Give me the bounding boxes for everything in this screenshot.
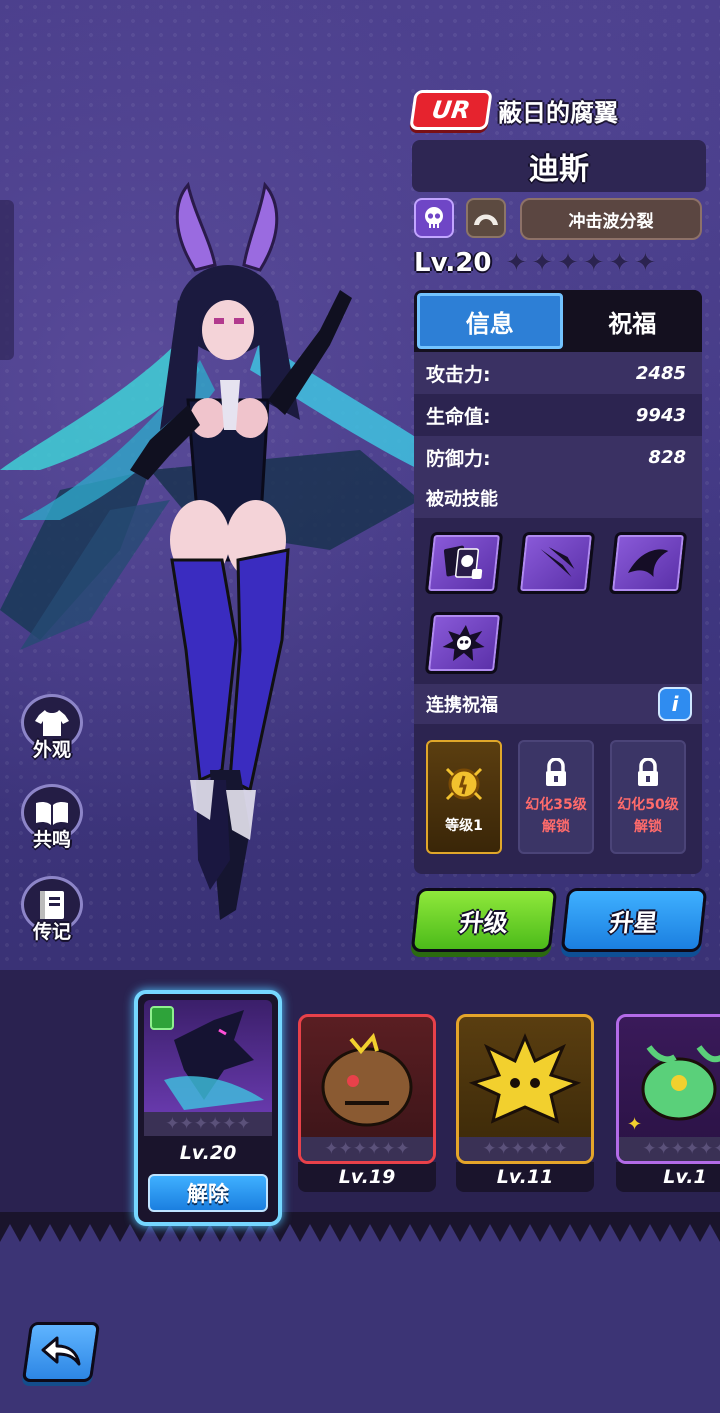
- tab-info[interactable]: 信息: [417, 293, 563, 349]
- roster-card[interactable]: ✦ ✦✦✦✦✦✦ Lv.1: [616, 1014, 720, 1192]
- stat-row-attack: 攻击力: 2485: [414, 352, 702, 394]
- unequip-button[interactable]: 解除: [148, 1174, 268, 1212]
- sparkle-icon: ✦: [627, 1114, 643, 1135]
- card-level: Lv.19: [298, 1162, 436, 1192]
- roster-card[interactable]: ✦✦✦✦✦✦ Lv.19: [298, 1014, 436, 1192]
- blessing-slots: 等级1 幻化35级 解锁 幻化50级 解锁: [414, 724, 702, 854]
- skull-icon[interactable]: [414, 198, 454, 238]
- lock-icon: [638, 758, 658, 786]
- rarity-badge: UR: [409, 90, 493, 130]
- section-label: 连携祝福: [426, 695, 498, 716]
- star-icon: ✦: [531, 248, 554, 278]
- info-panel: 信息 祝福 攻击力: 2485 生命值: 9943 防御力: 828 被动技能: [414, 290, 702, 874]
- tab-blessing[interactable]: 祝福: [563, 290, 703, 352]
- blessing-slot-locked[interactable]: 幻化35级 解锁: [518, 740, 594, 854]
- back-button[interactable]: [21, 1322, 101, 1382]
- stat-value: 2485: [635, 362, 686, 384]
- card-stars: ✦✦✦✦✦✦: [144, 1112, 272, 1136]
- blessing-level: 等级1: [445, 818, 483, 834]
- card-frame: ✦✦✦✦✦✦: [298, 1014, 436, 1164]
- skull-burst-icon[interactable]: [424, 612, 504, 674]
- blessing-slot-active[interactable]: 等级1: [426, 740, 502, 854]
- stat-label: 攻击力:: [426, 363, 491, 386]
- upgrade-button[interactable]: 升级: [410, 888, 558, 952]
- claw-slash-icon[interactable]: [516, 532, 596, 594]
- roster-card[interactable]: ✦✦✦✦✦✦ Lv.11: [456, 1014, 594, 1192]
- side-label: 外观: [32, 739, 71, 761]
- star-icon: ✦: [582, 248, 605, 278]
- stat-value: 9943: [635, 404, 686, 426]
- bolt-gear-icon: [445, 767, 483, 801]
- skill-tag[interactable]: 冲击波分裂: [520, 198, 702, 240]
- side-label: 传记: [32, 921, 71, 943]
- unlock-label: 解锁: [634, 819, 662, 835]
- level-row: Lv.20 ✦ ✦ ✦ ✦ ✦ ✦: [414, 248, 656, 278]
- spiky-portrait-icon: [468, 1033, 582, 1124]
- equipped-icon: [150, 1006, 174, 1030]
- card-level: Lv.20: [179, 1142, 237, 1164]
- info-button[interactable]: i: [658, 687, 692, 721]
- biography-button[interactable]: 传记: [18, 876, 86, 944]
- unlock-requirement: 幻化35级: [525, 797, 587, 813]
- card-stars: ✦✦✦✦✦✦: [619, 1137, 720, 1161]
- passive-skills-title: 被动技能: [414, 478, 702, 518]
- star-icon: ✦: [634, 248, 657, 278]
- roster-card-selected[interactable]: ✦✦✦✦✦✦ Lv.20 解除: [134, 990, 282, 1226]
- star-icon: ✦: [608, 248, 631, 278]
- lower-area: [0, 1242, 720, 1413]
- rarity-row: UR 蔽日的腐翼: [409, 90, 618, 130]
- link-blessing-title: 连携祝福 i: [414, 684, 702, 724]
- blessing-slot-locked[interactable]: 幻化50级 解锁: [610, 740, 686, 854]
- spike-divider: [0, 1212, 720, 1242]
- stat-row-defense: 防御力: 828: [414, 436, 702, 478]
- stat-label: 防御力:: [426, 447, 491, 470]
- card-frame: ✦✦✦✦✦✦: [456, 1014, 594, 1164]
- stats-list: 攻击力: 2485 生命值: 9943 防御力: 828: [414, 352, 702, 478]
- panel-tabs: 信息 祝福: [414, 290, 702, 352]
- card-frame: ✦ ✦✦✦✦✦✦: [616, 1014, 720, 1164]
- character-level: Lv.20: [414, 248, 492, 278]
- wing-icon[interactable]: [608, 532, 688, 594]
- horn-icon[interactable]: [466, 198, 506, 238]
- star-up-button[interactable]: 升星: [560, 888, 708, 952]
- side-label: 共鸣: [32, 829, 71, 851]
- unlock-label: 解锁: [542, 819, 570, 835]
- stat-row-hp: 生命值: 9943: [414, 394, 702, 436]
- lock-icon: [546, 758, 566, 786]
- back-arrow-icon: [41, 1336, 81, 1366]
- stat-value: 828: [648, 446, 686, 468]
- resonance-button[interactable]: 共鸣: [18, 784, 86, 852]
- card-level: Lv.1: [616, 1162, 720, 1192]
- unlock-requirement: 幻化50级: [617, 797, 679, 813]
- star-icon: ✦: [505, 248, 528, 278]
- pumpkin-portrait-icon: [321, 1032, 413, 1127]
- card-stars: ✦✦✦✦✦✦: [301, 1137, 433, 1161]
- section-label: 被动技能: [426, 489, 498, 510]
- star-icon: ✦: [557, 248, 579, 278]
- character-name: 迪斯: [412, 140, 706, 192]
- passive-skills-grid: [414, 518, 702, 684]
- stat-label: 生命值:: [426, 405, 491, 428]
- card-stars: ✦✦✦✦✦✦: [459, 1137, 591, 1161]
- cards-skull-icon[interactable]: [424, 532, 504, 594]
- card-portrait: [144, 1000, 272, 1120]
- weapon-name: 蔽日的腐翼: [498, 98, 618, 127]
- appearance-button[interactable]: 外观: [18, 694, 86, 762]
- card-level: Lv.11: [456, 1162, 594, 1192]
